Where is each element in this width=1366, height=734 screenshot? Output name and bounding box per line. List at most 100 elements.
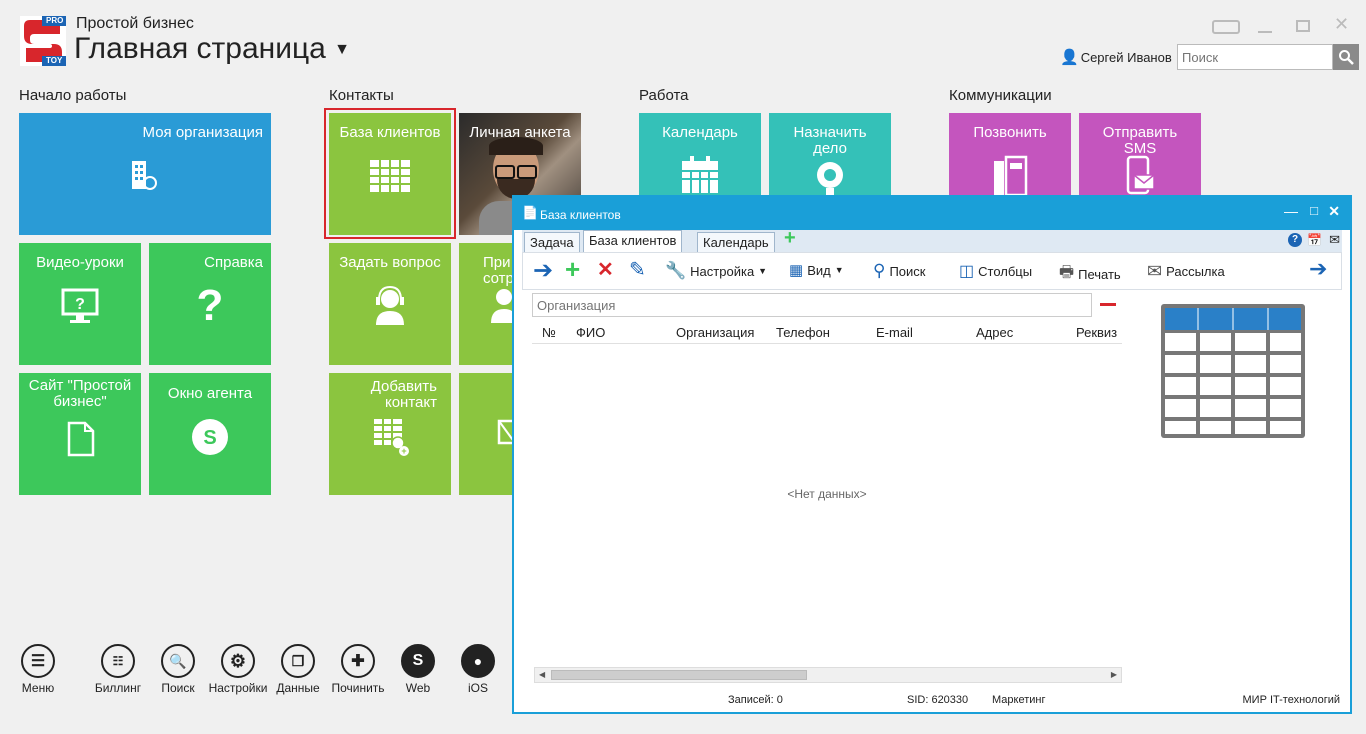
billing-icon: ☷	[101, 644, 135, 678]
user-icon: 👤	[1060, 49, 1079, 66]
tile-label: Календарь	[662, 124, 738, 141]
organization-filter-input[interactable]	[532, 293, 1092, 317]
tile-send-sms[interactable]: Отправить SMS	[1079, 113, 1201, 195]
tile-call[interactable]: Позвонить	[949, 113, 1071, 195]
tile-help[interactable]: Справка ?	[149, 243, 271, 365]
tile-label: Сайт "Простой бизнес"	[28, 377, 132, 410]
view-button[interactable]: ▦ Вид ▼	[789, 261, 844, 279]
col-requisites[interactable]: Реквиз	[1076, 325, 1124, 340]
tab-client-base[interactable]: База клиентов	[583, 230, 683, 253]
horizontal-scrollbar[interactable]: ◀ ▶	[534, 667, 1122, 683]
tile-my-organization[interactable]: Моя организация	[19, 113, 271, 235]
window-titlebar[interactable]: 📄 База клиентов — □ ✕	[514, 197, 1350, 230]
printer-icon: 🖶	[1059, 264, 1075, 281]
client-base-window: 📄 База клиентов — □ ✕ Задача База клиент…	[512, 195, 1352, 714]
svg-text:S: S	[203, 427, 216, 449]
scrollbar-thumb[interactable]	[551, 670, 807, 680]
tile-ask-question[interactable]: Задать вопрос	[329, 243, 451, 365]
add-contact-icon: +	[329, 417, 451, 461]
web-logo-icon: S	[401, 644, 435, 678]
col-phone[interactable]: Телефон	[776, 325, 830, 340]
logo-pro-text: PRO	[46, 16, 64, 25]
col-email[interactable]: E-mail	[876, 325, 913, 340]
tile-label: Личная анкета	[469, 124, 571, 141]
tile-calendar[interactable]: Календарь	[639, 113, 761, 195]
arrow-right-icon[interactable]: ➔	[533, 256, 553, 285]
screen-mode-icon[interactable]	[1212, 20, 1240, 34]
scroll-left-icon[interactable]: ◀	[539, 670, 545, 679]
search-button[interactable]	[1333, 44, 1359, 70]
mailing-button[interactable]: ✉ Рассылка	[1147, 261, 1225, 282]
search-input[interactable]	[1177, 44, 1333, 70]
bottom-data-button[interactable]: ❐ Данные	[268, 644, 328, 695]
bottom-web-button[interactable]: S Web	[388, 644, 448, 695]
tab-calendar[interactable]: Календарь	[697, 232, 775, 253]
tile-label: База клиентов	[339, 124, 441, 141]
remove-filter-icon[interactable]	[1100, 303, 1116, 306]
col-number[interactable]: №	[542, 325, 556, 340]
col-organization[interactable]: Организация	[676, 325, 754, 340]
view-label: Вид	[807, 262, 831, 278]
tile-assign-task[interactable]: Назначить дело	[769, 113, 891, 195]
close-icon[interactable]: ✕	[1328, 203, 1340, 220]
print-label: Печать	[1078, 267, 1121, 282]
envelope-icon: ✉	[1147, 261, 1163, 281]
tile-label: Отправить SMS	[1102, 124, 1178, 157]
tile-label: Моя организация	[142, 124, 263, 141]
maximize-icon[interactable]: □	[1310, 203, 1318, 218]
bottom-billing-button[interactable]: ☷ Биллинг	[88, 644, 148, 695]
add-icon[interactable]: +	[565, 254, 580, 285]
monitor-icon: ?	[19, 287, 141, 329]
tile-label: Окно агента	[167, 385, 253, 402]
print-button[interactable]: 🖶 Печать	[1059, 261, 1121, 288]
bottom-label: Меню	[21, 681, 55, 695]
bottom-ios-button[interactable]: ● iOS	[448, 644, 508, 695]
tile-agent-window[interactable]: Окно агента S	[149, 373, 271, 495]
search-label: Поиск	[889, 263, 926, 279]
tile-label: Видео-уроки	[36, 254, 124, 271]
delete-icon[interactable]: ✕	[597, 257, 614, 282]
search-button[interactable]: ⚲ Поиск	[873, 261, 925, 281]
bottom-menu-button[interactable]: ☰ Меню	[8, 644, 68, 695]
document-icon	[19, 419, 141, 463]
col-fio[interactable]: ФИО	[576, 325, 605, 340]
edit-icon[interactable]: ✎	[629, 257, 646, 282]
forward-arrow-icon[interactable]: ➔	[1309, 256, 1327, 282]
app-logo[interactable]: PRO TOY	[20, 16, 66, 66]
help-icon[interactable]: ?	[1288, 233, 1302, 247]
page-title-text: Главная страница	[74, 32, 326, 65]
tile-video-lessons[interactable]: Видео-уроки ?	[19, 243, 141, 365]
tile-client-base[interactable]: База клиентов	[329, 113, 451, 235]
col-address[interactable]: Адрес	[976, 325, 1013, 340]
tab-task[interactable]: Задача	[524, 232, 580, 253]
page-title[interactable]: Главная страница ▼	[74, 32, 350, 66]
search-icon: 🔍	[161, 644, 195, 678]
scroll-right-icon[interactable]: ▶	[1111, 670, 1117, 679]
stopwatch-icon	[769, 155, 891, 195]
bottom-label: Поиск	[161, 681, 195, 695]
close-icon[interactable]: ✕	[1334, 14, 1349, 35]
company-value: МИР IT-технологий	[1242, 694, 1341, 706]
columns-label: Столбцы	[978, 263, 1033, 279]
minimize-icon[interactable]	[1258, 31, 1272, 33]
question-icon: ?	[196, 281, 224, 330]
mail-icon[interactable]: ✉	[1329, 232, 1340, 248]
section-contacts: Контакты	[329, 87, 394, 104]
user-menu[interactable]: 👤 Сергей Иванов	[1060, 48, 1172, 66]
restore-icon[interactable]	[1296, 20, 1310, 32]
tile-site[interactable]: Сайт "Простой бизнес"	[19, 373, 141, 495]
columns-button[interactable]: ◫ Столбцы	[959, 261, 1032, 281]
phone-icon	[949, 155, 1071, 195]
tile-add-contact[interactable]: Добавить контакт +	[329, 373, 451, 495]
minimize-icon[interactable]: —	[1284, 203, 1298, 219]
add-tab-icon[interactable]: +	[784, 227, 796, 250]
bottom-label: Починить	[331, 681, 385, 695]
settings-button[interactable]: 🔧 Настройка ▼	[665, 261, 767, 281]
calendar-settings-icon[interactable]: 📅	[1307, 233, 1322, 247]
bottom-search-button[interactable]: 🔍 Поиск	[148, 644, 208, 695]
chevron-down-icon: ▼	[334, 41, 351, 59]
bottom-settings-button[interactable]: ⚙ Настройки	[208, 644, 268, 695]
support-agent-icon	[329, 283, 451, 331]
magnifier-icon: ⚲	[873, 261, 886, 280]
bottom-repair-button[interactable]: ✚ Починить	[328, 644, 388, 695]
